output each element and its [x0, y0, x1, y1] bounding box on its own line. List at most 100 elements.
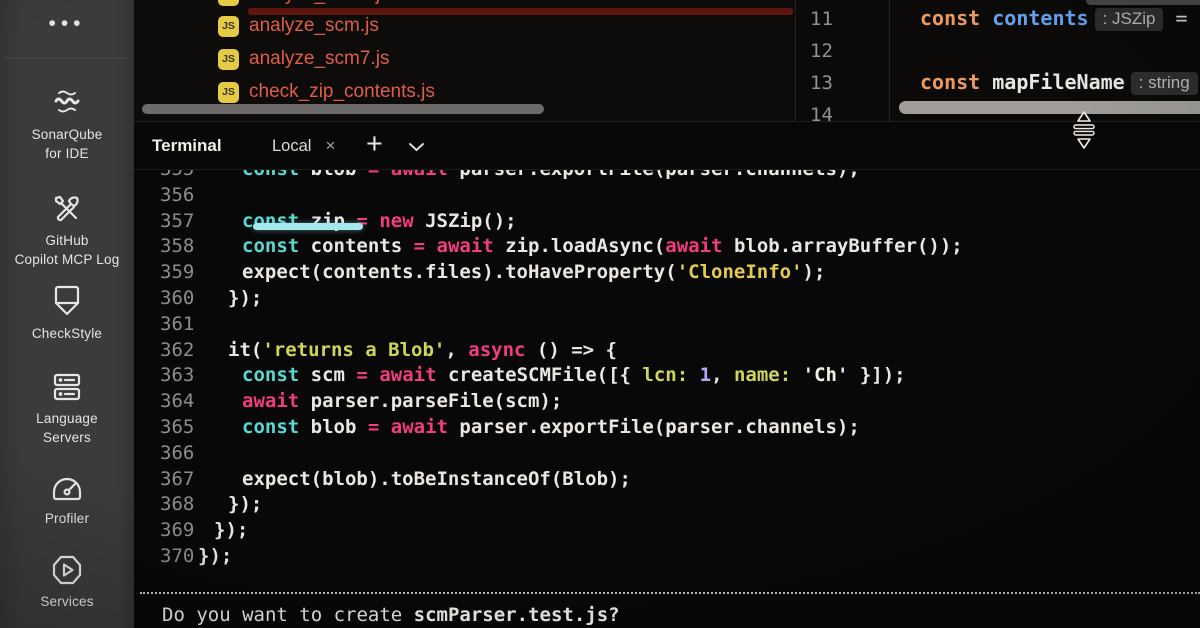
variable-token: mapFileName — [992, 70, 1124, 94]
line-number: 369 — [160, 518, 198, 544]
code-token: const — [242, 170, 299, 180]
terminal-line: 368}); — [134, 492, 1200, 518]
terminal-line: 369}); — [134, 518, 1200, 544]
line-number: 12 — [810, 40, 850, 62]
terminal-line: 363const scm = await createSCMFile([{ lc… — [134, 363, 1200, 389]
file-name: analyze_scm.js — [249, 15, 379, 37]
line-number: 355 — [160, 170, 198, 183]
sidebar-label: CheckStyle — [0, 325, 144, 344]
code-token: }]); — [848, 364, 905, 386]
code-token — [688, 364, 699, 386]
sidebar-label: Language — [0, 410, 144, 429]
sidebar-label: for IDE — [0, 145, 144, 164]
line-number: 361 — [160, 312, 198, 338]
line-number: 356 — [160, 183, 198, 209]
code-token: parser.exportFile(parser.channels); — [448, 170, 860, 180]
js-file-icon: JS — [218, 16, 239, 37]
terminal-line: 356 — [134, 183, 1200, 209]
terminal-selection-highlight — [253, 223, 363, 230]
variable-token: contents — [992, 6, 1088, 30]
file-row-analyze-latest[interactable]: JS analyze_latest.js — [218, 0, 389, 8]
file-name: check_zip_contents.js — [249, 81, 435, 103]
code-token: = — [368, 416, 379, 438]
code-token: createSCMFile([{ — [437, 364, 643, 386]
code-token: await — [379, 364, 436, 386]
code-token: blob.arrayBuffer()); — [723, 235, 963, 257]
code-token: JSZip(); — [414, 210, 517, 232]
file-row-check-zip-contents[interactable]: JS check_zip_contents.js — [218, 79, 435, 105]
terminal-line: 366 — [134, 441, 1200, 467]
sidebar-item-checkstyle[interactable]: CheckStyle — [0, 283, 144, 344]
file-name: analyze_latest.js — [249, 0, 389, 6]
file-row-analyze-scm[interactable]: JS analyze_scm.js — [218, 13, 379, 39]
js-file-icon: JS — [218, 0, 239, 6]
horizontal-scrollbar[interactable] — [142, 104, 544, 114]
line-number: 370 — [160, 544, 198, 570]
terminal-line: 361 — [134, 312, 1200, 338]
sidebar-label: GitHub — [0, 232, 144, 251]
file-explorer-panel: JS analyze_latest.js JS analyze_scm.js J… — [134, 0, 796, 122]
sidebar-item-language-servers[interactable]: Language Servers — [0, 370, 144, 448]
language-servers-icon — [0, 370, 144, 404]
code-token: }); — [228, 287, 262, 309]
tool-sidebar: ••• SonarQube for IDE — [0, 0, 134, 628]
terminal-tab-local[interactable]: Local × — [272, 136, 335, 156]
profiler-icon — [0, 472, 144, 504]
line-number: 13 — [810, 72, 850, 94]
editor-code-line: const mapFileName : string — [920, 70, 1198, 95]
keyword-token: const — [920, 6, 992, 30]
checkstyle-icon — [0, 283, 144, 319]
code-token: it( — [228, 339, 262, 361]
sonarqube-icon — [0, 84, 144, 120]
code-token: await — [665, 235, 722, 257]
terminal-line: 370}); — [134, 544, 1200, 570]
code-token: zip.loadAsync( — [494, 235, 666, 257]
code-token — [368, 364, 379, 386]
code-token: const — [242, 416, 299, 438]
terminal-line: 359expect(contents.files).toHaveProperty… — [134, 260, 1200, 286]
code-token: = — [414, 235, 425, 257]
code-token: expect(contents.files).toHaveProperty( — [242, 261, 677, 283]
code-editor-panel: 11 12 13 14 const contents: JSZip = awai… — [797, 0, 1200, 122]
row-resize-handle[interactable] — [1069, 109, 1099, 156]
code-token: }); — [214, 519, 248, 541]
code-token: lcn: — [642, 364, 688, 386]
file-name: analyze_scm7.js — [249, 48, 389, 70]
type-inlay-hint: : string — [1131, 72, 1198, 95]
code-token: blob — [299, 416, 368, 438]
terminal-title[interactable]: Terminal — [152, 136, 222, 156]
code-token — [791, 364, 802, 386]
editor-gutter: 11 12 13 14 — [797, 0, 890, 122]
code-token: parser.parseFile(scm); — [299, 390, 562, 412]
chevron-down-icon[interactable] — [408, 139, 425, 157]
terminal-header: Terminal Local × + — [134, 123, 1200, 170]
line-number: 358 — [160, 234, 198, 260]
file-row-analyze-scm7[interactable]: JS analyze_scm7.js — [218, 46, 389, 72]
keyword-token: const — [920, 70, 992, 94]
sidebar-item-copilot-mcp-log[interactable]: GitHub Copilot MCP Log — [0, 192, 144, 270]
sidebar-item-profiler[interactable]: Profiler — [0, 472, 144, 529]
tools-icon — [0, 192, 144, 226]
code-token: const — [242, 364, 299, 386]
code-token: , — [445, 339, 468, 361]
code-token — [368, 210, 379, 232]
ide-screen: ••• SonarQube for IDE — [0, 0, 1200, 628]
code-token: 'returns a Blob' — [262, 339, 445, 361]
horizontal-scrollbar[interactable] — [899, 101, 1200, 114]
tab-scrollbar-fragment — [1086, 0, 1200, 5]
terminal-output: 355 const blob = await parser.exportFile(… — [134, 170, 1200, 582]
line-number: 365 — [160, 415, 198, 441]
terminal-line: 362it('returns a Blob', async () => { — [134, 338, 1200, 364]
sidebar-item-sonarqube[interactable]: SonarQube for IDE — [0, 84, 144, 164]
line-number: 14 — [810, 104, 850, 122]
terminal-line: 357const zip = new JSZip(); — [134, 209, 1200, 235]
sidebar-item-services[interactable]: Services — [0, 553, 144, 612]
sidebar-label: Copilot MCP Log — [0, 251, 144, 270]
code-token: 1 — [700, 364, 711, 386]
close-tab-icon[interactable]: × — [325, 136, 335, 156]
new-terminal-button[interactable]: + — [366, 128, 383, 161]
sidebar-divider — [5, 58, 129, 59]
overflow-menu-button[interactable]: ••• — [0, 12, 134, 36]
code-token: name: — [734, 364, 791, 386]
code-token: }); — [228, 493, 262, 515]
